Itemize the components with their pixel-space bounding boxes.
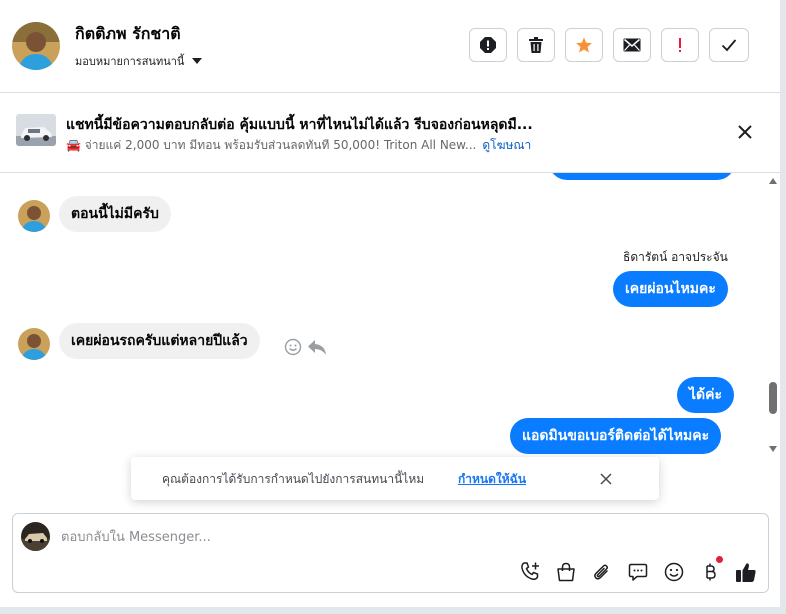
contact-name[interactable]: กิตติภพ รักชาติ <box>75 22 181 47</box>
react-button[interactable] <box>284 338 302 356</box>
alert-circle-icon <box>480 37 496 53</box>
assign-label: มอบหมายการสนทนานี้ <box>75 55 185 68</box>
shop-button[interactable] <box>554 560 578 584</box>
message-bubble-incoming[interactable]: เคยผ่อนรถครับแต่หลายปีแล้ว <box>59 323 260 359</box>
contact-avatar-small[interactable] <box>18 328 50 360</box>
ad-thumbnail[interactable] <box>16 114 56 146</box>
message-bubble-outgoing[interactable]: แอดมินขอเบอร์ติดต่อได้ไหมคะ <box>510 418 722 454</box>
message-bubble-outgoing-previous[interactable] <box>549 173 735 180</box>
reply-input[interactable] <box>61 526 751 548</box>
emoji-icon <box>664 562 684 582</box>
chevron-down-icon <box>192 58 203 64</box>
emoji-react-icon <box>284 338 302 356</box>
delete-button[interactable] <box>517 28 555 62</box>
contact-avatar[interactable] <box>12 22 60 70</box>
scroll-down-arrow-icon[interactable] <box>768 445 778 453</box>
conversation-header: กิตติภพ รักชาติ มอบหมายการสนทนานี้ <box>0 0 780 93</box>
thumbs-up-icon <box>736 563 756 582</box>
star-icon <box>576 37 592 53</box>
ad-subtitle-row: 🚘 จ่ายแค่ 2,000 บาท มีทอน พร้อมรับส่วนลด… <box>66 136 531 155</box>
sender-name: ธิดารัตน์ อาจประจัน <box>623 250 728 264</box>
scrollbar-thumb[interactable] <box>769 382 777 414</box>
assign-to-me-link[interactable]: กำหนดให้ฉัน <box>458 470 526 489</box>
message-bubble-incoming[interactable]: ตอนนี้ไม่มีครับ <box>59 196 171 232</box>
spam-button[interactable] <box>469 28 507 62</box>
envelope-icon <box>623 38 641 52</box>
scroll-up-arrow-icon[interactable] <box>768 177 778 185</box>
paperclip-icon <box>594 564 608 580</box>
ad-context-banner: แชทนี้มีข้อความตอบกลับต่อ คุ้มแบบนี้ หาท… <box>0 93 780 173</box>
thread-scrollbar[interactable] <box>766 173 780 458</box>
view-ad-link[interactable]: ดูโฆษณา <box>482 136 531 155</box>
emoji-button[interactable] <box>662 560 686 584</box>
window-edge <box>780 0 786 614</box>
check-icon <box>721 39 737 52</box>
star-button[interactable] <box>565 28 603 62</box>
ad-title: แชทนี้มีข้อความตอบกลับต่อ คุ้มแบบนี้ หาท… <box>66 117 533 133</box>
ad-subtitle: 🚘 จ่ายแค่ 2,000 บาท มีทอน พร้อมรับส่วนลด… <box>66 138 477 152</box>
follow-up-button[interactable] <box>661 28 699 62</box>
notification-dot <box>716 556 723 563</box>
reply-arrow-icon <box>308 340 326 355</box>
close-icon <box>738 125 752 139</box>
call-add-button[interactable] <box>518 560 542 584</box>
message-thread[interactable]: ตอนนี้ไม่มีครับ ธิดารัตน์ อาจประจัน เคยผ… <box>0 173 780 458</box>
reply-button[interactable] <box>307 338 327 356</box>
saved-reply-icon <box>628 563 648 581</box>
page-avatar <box>21 522 50 551</box>
contact-avatar-small[interactable] <box>18 200 50 232</box>
assign-dropdown[interactable]: มอบหมายการสนทนานี้ <box>75 52 203 70</box>
saved-reply-button[interactable] <box>626 560 650 584</box>
close-icon <box>600 473 612 485</box>
close-notice-button[interactable] <box>597 470 615 488</box>
like-button[interactable] <box>734 560 758 584</box>
mark-done-button[interactable] <box>709 28 749 62</box>
mark-unread-button[interactable] <box>613 28 651 62</box>
shopping-bag-icon <box>557 562 575 582</box>
payment-button[interactable] <box>698 556 723 584</box>
reply-composer <box>12 513 769 593</box>
exclamation-icon <box>679 38 681 52</box>
message-bubble-outgoing[interactable]: ได้ค่ะ <box>677 377 735 413</box>
call-add-icon <box>521 562 539 580</box>
assign-notice: คุณต้องการได้รับการกำหนดไปยังการสนทนานี้… <box>131 457 659 500</box>
attach-button[interactable] <box>590 560 614 584</box>
assign-notice-text: คุณต้องการได้รับการกำหนดไปยังการสนทนานี้… <box>162 472 425 486</box>
window-edge-bottom <box>0 607 786 614</box>
trash-icon <box>529 37 543 53</box>
close-ad-banner-button[interactable] <box>734 121 756 143</box>
baht-payment-icon <box>706 563 716 581</box>
message-bubble-outgoing[interactable]: เคยผ่อนไหมคะ <box>613 271 728 307</box>
